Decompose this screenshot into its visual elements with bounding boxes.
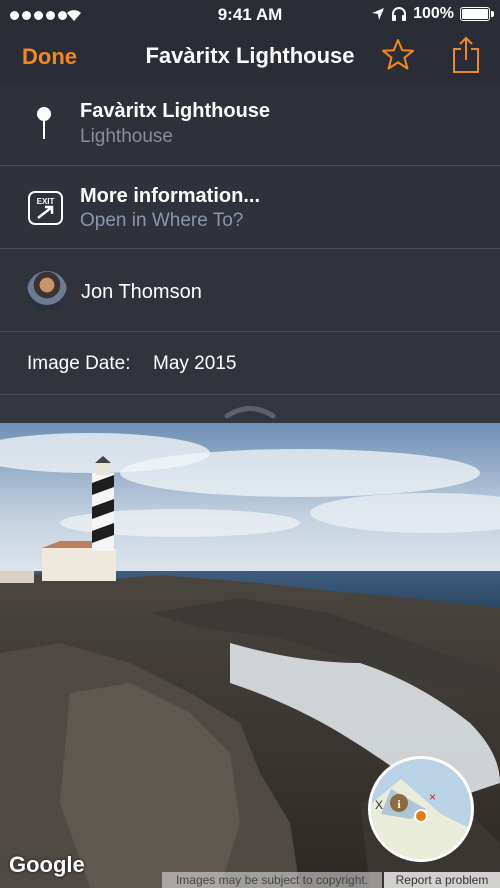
open-in-where-to-link[interactable]: Open in Where To? — [80, 210, 243, 232]
status-bar: 9:41 AM 100% — [0, 0, 500, 30]
author-name: Jon Thomson — [81, 281, 202, 303]
status-right: 100% — [371, 5, 494, 23]
star-outline-icon[interactable] — [381, 38, 415, 72]
google-logo: Google — [9, 852, 85, 877]
more-information-row[interactable]: More information... Open in Where To? — [0, 166, 500, 249]
image-date-label: Image Date: — [27, 353, 131, 374]
page-title: Favàritx Lighthouse — [145, 43, 355, 68]
location-arrow-icon — [372, 8, 385, 20]
report-problem-link[interactable]: Report a problem — [384, 872, 500, 888]
map-pin-icon — [37, 107, 51, 139]
svg-text:×: × — [429, 790, 436, 804]
headphones-icon — [392, 7, 407, 21]
more-information-title: More information... — [80, 185, 260, 207]
svg-text:X: X — [375, 798, 383, 812]
battery-icon — [460, 7, 494, 21]
battery-fill — [462, 9, 488, 19]
author-row[interactable] — [0, 249, 500, 332]
minimap[interactable]: X × i — [368, 756, 474, 862]
place-category: Lighthouse — [80, 126, 173, 147]
place-row[interactable]: Favàritx Lighthouse Lighthouse — [0, 84, 500, 166]
share-icon[interactable] — [451, 36, 481, 74]
battery-percent: 100% — [413, 5, 454, 22]
chevron-up-icon[interactable] — [224, 403, 276, 419]
image-date-value: May 2015 — [153, 353, 237, 374]
minimap-graphic: X × i — [371, 779, 471, 859]
exit-icon: EXIT — [28, 191, 63, 225]
avatar — [27, 271, 67, 311]
navigation-bar: Done Favàritx Lighthouse — [0, 30, 500, 84]
exit-icon-text: EXIT — [37, 197, 55, 206]
copyright-notice: Images may be subject to copyright. — [162, 872, 382, 888]
place-name: Favàritx Lighthouse — [80, 100, 271, 122]
